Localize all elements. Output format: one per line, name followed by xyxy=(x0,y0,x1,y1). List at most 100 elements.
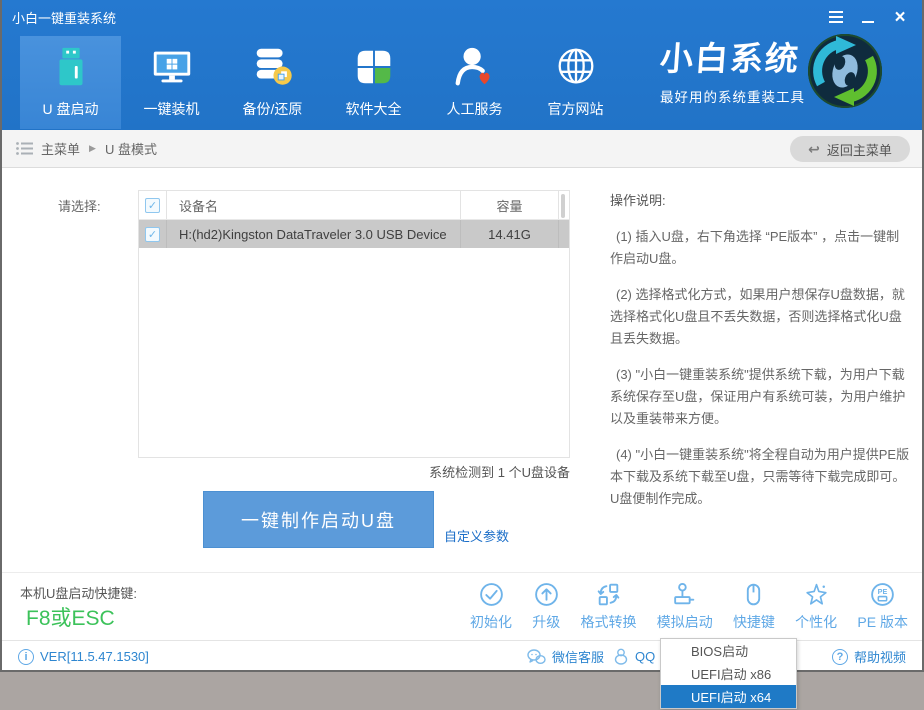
help-video-link[interactable]: ? 帮助视频 xyxy=(832,641,906,672)
nav-item-backup-restore[interactable]: 备份/还原 xyxy=(222,36,323,129)
help-label: 帮助视频 xyxy=(854,647,906,666)
device-name-cell: H:(hd2)Kingston DataTraveler 3.0 USB Dev… xyxy=(167,220,460,248)
tool-upgrade[interactable]: 升级 xyxy=(532,581,560,632)
breadcrumb-root[interactable]: 主菜单 xyxy=(41,139,80,158)
tool-label: 升级 xyxy=(532,612,560,632)
breadcrumb-arrow-icon: ▶ xyxy=(89,143,96,154)
version-info: i VER[11.5.47.1530] xyxy=(18,641,149,672)
scrollbar-thumb[interactable] xyxy=(561,194,565,218)
minimize-button[interactable] xyxy=(856,6,880,28)
question-icon: ? xyxy=(832,649,848,665)
breadcrumb-bar: 主菜单 ▶ U 盘模式 ↩ 返回主菜单 xyxy=(0,130,924,168)
nav-item-support[interactable]: 人工服务 xyxy=(424,36,525,129)
back-button-label: 返回主菜单 xyxy=(827,140,892,159)
brand-tagline: 最好用的系统重装工具 xyxy=(660,86,805,106)
window-border-left xyxy=(0,0,2,672)
detected-devices-text: 系统检测到 1 个U盘设备 xyxy=(138,462,570,481)
column-header-device-name: 设备名 xyxy=(167,191,460,219)
wechat-label: 微信客服 xyxy=(552,647,604,666)
person-heart-icon xyxy=(452,41,498,93)
custom-params-link[interactable]: 自定义参数 xyxy=(444,526,509,545)
monitor-icon xyxy=(149,41,195,93)
tool-label: PE 版本 xyxy=(857,612,908,632)
app-header: 小白一键重装系统 × U 盘启动 xyxy=(0,0,924,130)
tool-label: 格式转换 xyxy=(580,612,636,632)
tool-format-convert[interactable]: 格式转换 xyxy=(580,581,636,632)
tools-bar: 初始化 升级 格式转换 xyxy=(470,581,908,632)
usb-drive-icon xyxy=(48,41,94,93)
list-icon xyxy=(16,142,33,155)
hotkey-label: 本机U盘启动快捷键: xyxy=(20,583,137,602)
breadcrumb-current: U 盘模式 xyxy=(105,139,157,158)
format-convert-icon xyxy=(595,581,622,608)
close-icon: × xyxy=(894,8,905,27)
nav-label: 一键装机 xyxy=(144,99,200,119)
row-checkbox-cell: ✓ xyxy=(139,220,167,248)
check-icon: ✓ xyxy=(148,228,157,241)
table-row-usb-device[interactable]: ✓ H:(hd2)Kingston DataTraveler 3.0 USB D… xyxy=(139,220,569,248)
scrollbar-spacer xyxy=(558,220,569,248)
hotkey-mouse-icon xyxy=(740,581,767,608)
window-title: 小白一键重装系统 xyxy=(12,8,116,27)
device-table-header: ✓ 设备名 容量 xyxy=(139,191,569,220)
tool-simulate-boot[interactable]: 模拟启动 xyxy=(657,581,713,632)
make-boot-usb-button[interactable]: 一键制作启动U盘 xyxy=(203,491,434,548)
popup-item-uefi-x64[interactable]: UEFI启动 x64 xyxy=(661,685,796,708)
check-icon: ✓ xyxy=(148,199,157,212)
close-button[interactable]: × xyxy=(888,6,912,28)
instruction-step-1: (1) 插入U盘，右下角选择 “PE版本” ，点击一键制作启动U盘。 xyxy=(610,226,910,270)
menu-icon[interactable] xyxy=(824,6,848,28)
wechat-support-link[interactable]: 微信客服 xyxy=(527,641,604,672)
qq-penguin-icon xyxy=(613,648,629,665)
instructions-panel: 操作说明: (1) 插入U盘，右下角选择 “PE版本” ，点击一键制作启动U盘。… xyxy=(610,190,910,510)
nav-label: U 盘启动 xyxy=(43,99,99,119)
svg-text:PE: PE xyxy=(878,587,888,596)
info-icon: i xyxy=(18,649,34,665)
brand-name: 小白系统 xyxy=(659,42,806,75)
column-header-capacity: 容量 xyxy=(460,191,558,219)
nav-label: 官方网站 xyxy=(548,99,604,119)
qq-group-link[interactable]: QQ xyxy=(613,641,655,672)
breadcrumb: 主菜单 ▶ U 盘模式 xyxy=(0,130,924,167)
device-table: ✓ 设备名 容量 ✓ H:(hd2)Kingston DataTraveler … xyxy=(138,190,570,458)
device-capacity-cell: 14.41G xyxy=(460,220,558,248)
upgrade-arrow-circle-icon xyxy=(533,581,560,608)
hotkey-value: F8或ESC xyxy=(26,602,115,632)
select-label: 请选择: xyxy=(58,196,101,215)
tool-pe-version[interactable]: PE PE 版本 xyxy=(857,581,908,632)
nav-label: 软件大全 xyxy=(346,99,402,119)
pe-version-icon: PE xyxy=(869,581,896,608)
tool-label: 个性化 xyxy=(795,612,837,632)
back-to-main-menu-button[interactable]: ↩ 返回主菜单 xyxy=(790,136,910,162)
select-all-checkbox[interactable]: ✓ xyxy=(145,198,160,213)
tool-personalize[interactable]: 个性化 xyxy=(795,581,837,632)
row-checkbox[interactable]: ✓ xyxy=(145,227,160,242)
personalize-star-icon xyxy=(803,581,830,608)
nav-item-usb-boot[interactable]: U 盘启动 xyxy=(20,36,121,129)
nav-label: 人工服务 xyxy=(447,99,503,119)
nav-item-software[interactable]: 软件大全 xyxy=(323,36,424,129)
software-clover-icon xyxy=(351,41,397,93)
tool-initialize[interactable]: 初始化 xyxy=(470,581,512,632)
instructions-title: 操作说明: xyxy=(610,190,910,212)
instruction-step-4: (4) "小白一键重装系统"将全程自动为用户提供PE版本下载及系统下载至U盘，只… xyxy=(610,444,910,510)
tool-label: 快捷键 xyxy=(733,612,775,632)
simulate-boot-joystick-icon xyxy=(671,581,698,608)
bottom-toolbar-row: 本机U盘启动快捷键: F8或ESC 初始化 升级 xyxy=(0,572,924,640)
boot-mode-popup-menu: BIOS启动 UEFI启动 x86 UEFI启动 x64 xyxy=(660,638,797,709)
globe-icon xyxy=(553,41,599,93)
init-check-circle-icon xyxy=(478,581,505,608)
database-backup-icon xyxy=(250,41,296,93)
brand-block: 小白系统 最好用的系统重装工具 xyxy=(660,42,805,106)
nav-item-one-click-install[interactable]: 一键装机 xyxy=(121,36,222,129)
popup-item-bios-boot[interactable]: BIOS启动 xyxy=(661,639,796,662)
tool-label: 初始化 xyxy=(470,612,512,632)
table-scrollbar[interactable] xyxy=(558,191,569,219)
popup-item-uefi-x86[interactable]: UEFI启动 x86 xyxy=(661,662,796,685)
main-nav: U 盘启动 一键装机 xyxy=(20,36,626,129)
qq-label: QQ xyxy=(635,649,655,664)
back-arrow-icon: ↩ xyxy=(808,141,820,158)
tool-hotkey[interactable]: 快捷键 xyxy=(733,581,775,632)
brand-logo-icon xyxy=(806,32,884,110)
nav-item-website[interactable]: 官方网站 xyxy=(525,36,626,129)
